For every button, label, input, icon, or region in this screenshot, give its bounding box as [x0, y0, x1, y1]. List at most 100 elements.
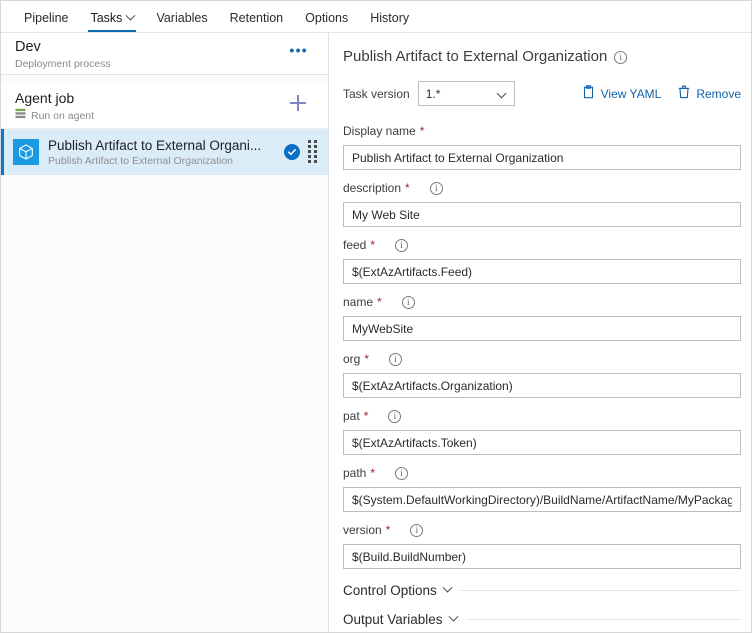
field-name: name * i: [343, 294, 741, 341]
field-label-text: description: [343, 181, 402, 195]
field-label-text: version: [343, 523, 382, 537]
section-output-variables[interactable]: Output Variables: [343, 611, 741, 627]
description-input[interactable]: [343, 202, 741, 227]
field-display-name: Display name *: [343, 123, 741, 170]
add-task-icon[interactable]: [290, 95, 306, 111]
field-label-text: name: [343, 295, 374, 309]
pat-input[interactable]: [343, 430, 741, 455]
remove-label: Remove: [696, 86, 741, 101]
field-version: version * i: [343, 522, 741, 569]
task-version-row: Task version 1.* View YAML Remove: [343, 81, 741, 106]
enabled-check-icon[interactable]: [284, 144, 300, 160]
feed-input[interactable]: [343, 259, 741, 284]
drag-handle-icon[interactable]: [308, 140, 317, 164]
version-input[interactable]: [343, 544, 741, 569]
field-feed: feed * i: [343, 237, 741, 284]
panel-title-row: Publish Artifact to External Organizatio…: [343, 47, 741, 67]
field-path: path * i: [343, 465, 741, 512]
agent-job-row[interactable]: Agent job Run on agent: [1, 82, 328, 129]
package-icon: [13, 139, 39, 165]
display-name-input[interactable]: [343, 145, 741, 170]
field-label-text: path: [343, 466, 367, 480]
tab-options[interactable]: Options: [294, 11, 359, 32]
job-list: Agent job Run on agent Publish Artifact …: [1, 75, 328, 175]
more-actions-icon[interactable]: •••: [289, 43, 308, 57]
release-pipeline-editor: Pipeline Tasks Variables Retention Options Hi…: [0, 0, 752, 633]
field-label-text: Display name: [343, 124, 416, 138]
agent-job-title: Agent job: [15, 90, 75, 106]
task-name: Publish Artifact to External Organi...: [48, 137, 262, 153]
field-label-version: version * i: [343, 522, 741, 538]
info-icon[interactable]: i: [389, 352, 403, 366]
process-subtitle: Deployment process: [15, 58, 111, 70]
process-title: Dev: [15, 39, 41, 55]
required-asterisk: *: [419, 124, 425, 138]
path-input[interactable]: [343, 487, 741, 512]
section-label: Output Variables: [343, 612, 443, 627]
info-icon[interactable]: i: [395, 466, 409, 480]
pipeline-tab-bar: Pipeline Tasks Variables Retention Options Hi…: [1, 1, 751, 33]
tab-label: Variables: [156, 11, 208, 25]
required-asterisk: *: [405, 181, 410, 195]
info-icon[interactable]: i: [401, 295, 415, 309]
clipboard-icon: [582, 85, 595, 102]
task-details-panel: Publish Artifact to External Organizatio…: [330, 33, 751, 632]
section-control-options[interactable]: Control Options: [343, 582, 741, 598]
field-label-description: description * i: [343, 180, 741, 196]
tab-history[interactable]: History: [359, 11, 420, 32]
tab-label: Pipeline: [24, 11, 69, 25]
field-label-pat: pat * i: [343, 408, 741, 424]
chevron-down-icon: [496, 88, 507, 99]
required-asterisk: *: [377, 295, 382, 309]
view-yaml-button[interactable]: View YAML: [582, 85, 662, 102]
task-description: Publish Artifact to External Organizatio…: [48, 154, 234, 167]
task-version-value: 1.*: [425, 86, 441, 101]
server-icon: [15, 108, 26, 123]
section-title-wrap: Control Options: [343, 582, 453, 598]
tab-label: History: [370, 11, 410, 25]
required-asterisk: *: [385, 523, 391, 537]
info-icon[interactable]: i: [614, 50, 628, 64]
panel-actions: View YAML Remove: [582, 85, 741, 102]
tasks-sidebar: Dev Deployment process ••• Agent job Run…: [1, 33, 329, 632]
tab-variables[interactable]: Variables: [145, 11, 218, 32]
org-input[interactable]: [343, 373, 741, 398]
task-fields-list: Display name*description*ifeed*iname*ior…: [343, 123, 741, 569]
chevron-down-icon: [442, 582, 453, 593]
trash-icon: [678, 85, 690, 102]
info-icon[interactable]: i: [395, 238, 409, 252]
field-description: description * i: [343, 180, 741, 227]
section-divider: [465, 619, 741, 620]
tab-label: Tasks: [90, 11, 123, 25]
info-icon[interactable]: i: [429, 181, 443, 195]
field-label-text: org: [343, 352, 361, 366]
field-label-feed: feed * i: [343, 237, 741, 253]
field-label-text: feed: [343, 238, 367, 252]
field-label-org: org * i: [343, 351, 741, 367]
field-label-name: name * i: [343, 294, 741, 310]
required-asterisk: *: [364, 352, 370, 366]
tab-retention[interactable]: Retention: [219, 11, 295, 32]
name-input[interactable]: [343, 316, 741, 341]
tab-pipeline[interactable]: Pipeline: [13, 11, 79, 32]
task-version-label: Task version: [343, 86, 410, 101]
agent-job-subtitle: Run on agent: [31, 109, 95, 122]
view-yaml-label: View YAML: [600, 86, 662, 101]
tab-label: Retention: [229, 11, 284, 25]
field-label-display-name: Display name *: [343, 123, 741, 139]
chevron-down-icon: [448, 611, 459, 622]
required-asterisk: *: [370, 238, 376, 252]
required-asterisk: *: [363, 409, 369, 423]
task-list-item-publish-artifact[interactable]: Publish Artifact to External Organi... P…: [1, 129, 328, 175]
task-version-select[interactable]: 1.*: [417, 81, 515, 106]
info-icon[interactable]: i: [388, 409, 402, 423]
chevron-down-icon: [125, 10, 136, 21]
deployment-process-header[interactable]: Dev Deployment process •••: [1, 33, 328, 75]
tab-tasks[interactable]: Tasks: [79, 10, 145, 32]
field-label-text: pat: [343, 409, 360, 423]
info-icon[interactable]: i: [410, 523, 424, 537]
remove-button[interactable]: Remove: [678, 85, 741, 102]
agent-job-subtitle-wrap: Run on agent: [15, 108, 314, 123]
task-version-group: Task version 1.*: [343, 81, 515, 106]
section-divider: [459, 590, 741, 591]
